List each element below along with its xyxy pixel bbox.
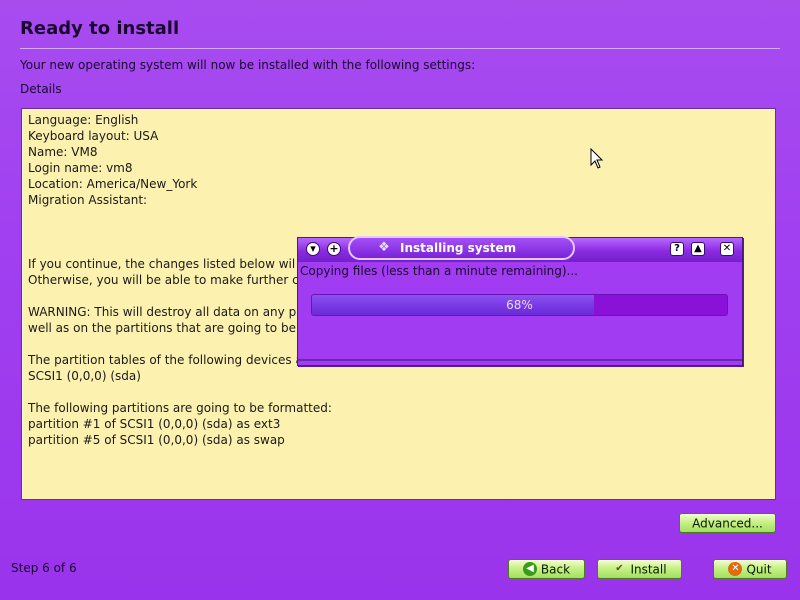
details-line: [28, 208, 332, 224]
back-button[interactable]: ◀ Back: [508, 559, 585, 579]
sticky-icon[interactable]: +: [327, 242, 341, 256]
progress-bar: 68%: [311, 294, 728, 316]
details-label: Details: [20, 82, 62, 96]
details-lines: Language: English Keyboard layout: USA N…: [28, 112, 332, 448]
title-divider: [20, 48, 780, 49]
details-line: partition #1 of SCSI1 (0,0,0) (sda) as e…: [28, 417, 281, 431]
advanced-button[interactable]: Advanced...: [679, 513, 776, 533]
quit-button[interactable]: ✕ Quit: [713, 559, 787, 579]
details-line: [28, 240, 332, 256]
details-line: [28, 336, 332, 352]
close-icon[interactable]: ✕: [720, 242, 734, 256]
details-line: [28, 224, 332, 240]
details-line: Language: English: [28, 113, 139, 127]
details-line: SCSI1 (0,0,0) (sda): [28, 369, 141, 383]
details-line: [28, 384, 332, 400]
details-line: well as on the partitions that are going…: [28, 321, 296, 335]
details-line: If you continue, the changes listed belo…: [28, 257, 296, 271]
details-line: partition #5 of SCSI1 (0,0,0) (sda) as s…: [28, 433, 285, 447]
dialog-title: Installing system: [400, 241, 517, 255]
details-line: The following partitions are going to be…: [28, 401, 332, 415]
progress-status: Copying files (less than a minute remain…: [300, 264, 578, 278]
details-line: WARNING: This will destroy all data on a…: [28, 305, 304, 319]
progress-percent: 68%: [506, 298, 533, 312]
page-title: Ready to install: [20, 18, 180, 39]
details-line: Location: America/New_York: [28, 177, 198, 191]
details-line: Keyboard layout: USA: [28, 129, 159, 143]
dialog-titlebar[interactable]: ▾ + ❖ Installing system ? ▲ ✕: [298, 236, 742, 262]
installing-dialog: ▾ + ❖ Installing system ? ▲ ✕ Copying fi…: [297, 236, 743, 366]
shade-icon[interactable]: ▲: [691, 242, 705, 256]
details-line: The partition tables of the following de…: [28, 353, 303, 367]
quit-button-label: Quit: [746, 562, 772, 577]
page-subtitle: Your new operating system will now be in…: [20, 58, 476, 72]
details-line: Login name: vm8: [28, 161, 133, 175]
quit-x-icon: ✕: [728, 561, 743, 576]
details-line: Otherwise, you will be able to make furt…: [28, 273, 299, 287]
step-indicator: Step 6 of 6: [11, 561, 77, 575]
menu-icon[interactable]: ▾: [306, 242, 320, 256]
back-arrow-icon: ◀: [522, 561, 537, 576]
details-line: [28, 288, 332, 304]
mouse-pointer-icon: [590, 148, 604, 169]
install-button[interactable]: ✔ Install: [597, 559, 682, 579]
install-button-label: Install: [630, 562, 667, 577]
help-icon[interactable]: ?: [670, 242, 684, 256]
installer-icon: ❖: [378, 240, 390, 255]
dialog-title-pill: ❖ Installing system: [348, 236, 575, 260]
advanced-button-label: Advanced...: [692, 516, 763, 531]
details-line: Migration Assistant:: [28, 193, 148, 207]
back-button-label: Back: [540, 562, 571, 577]
details-line: Name: VM8: [28, 145, 98, 159]
dialog-divider: [298, 359, 742, 361]
checkmark-icon: ✔: [615, 562, 624, 574]
